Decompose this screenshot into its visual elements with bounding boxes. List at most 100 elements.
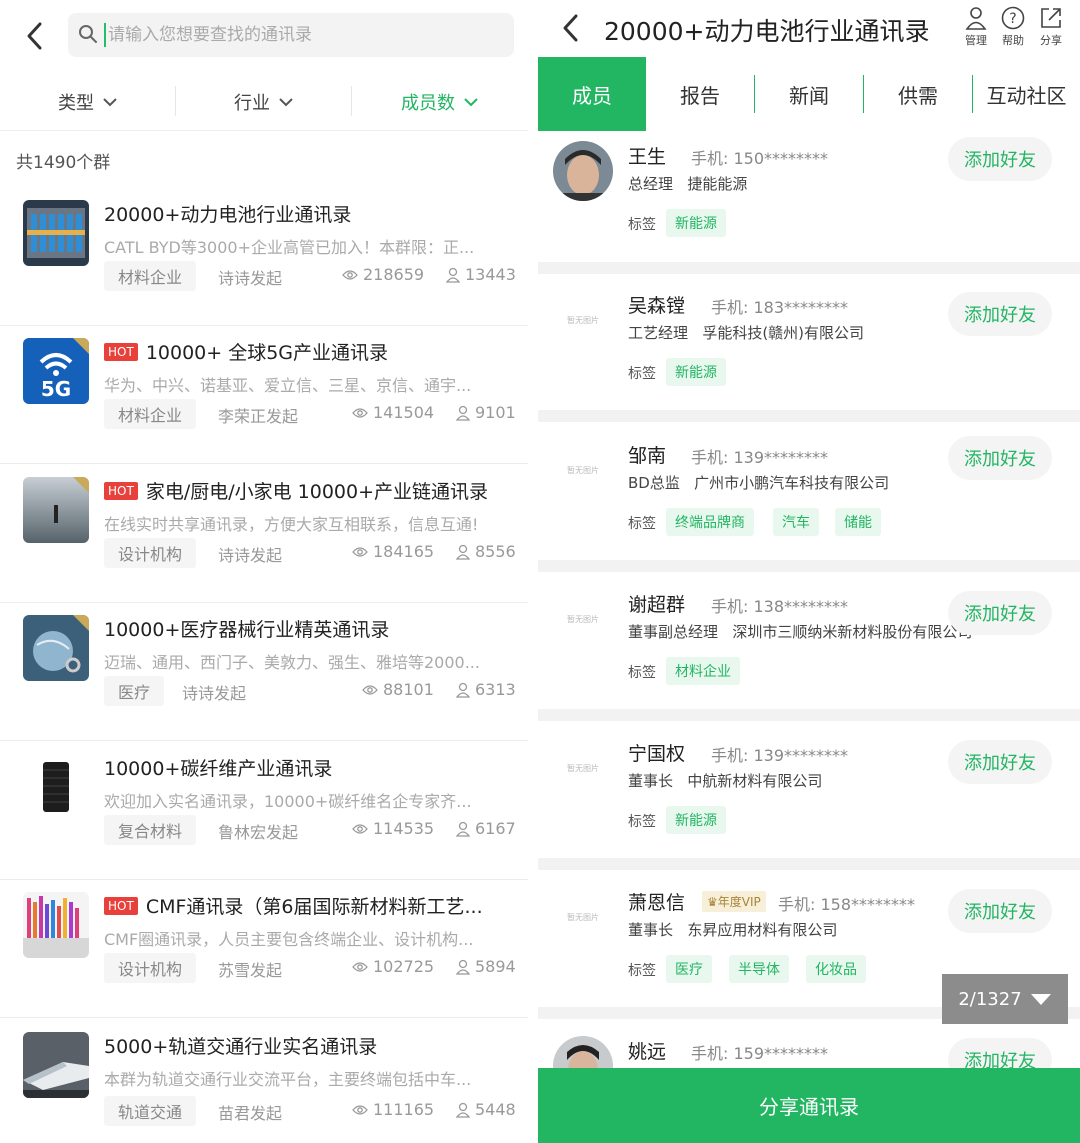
member-name: 王生 bbox=[628, 146, 667, 168]
filter-member-count[interactable]: 成员数 bbox=[352, 80, 528, 124]
group-description: 华为、中兴、诺基亚、爱立信、三星、京信、通宇... bbox=[104, 376, 472, 395]
member-phone: 手机: 139******** bbox=[691, 448, 829, 467]
person-icon bbox=[456, 405, 470, 421]
member-name: 邹南 bbox=[628, 445, 667, 467]
person-icon bbox=[456, 959, 470, 975]
member-tag: 汽车 bbox=[773, 508, 819, 536]
filter-label: 成员数 bbox=[401, 93, 455, 114]
screen: 类型 行业 成员数 共1490个群 20000+动力电池行业通讯录 CATL B… bbox=[0, 0, 1080, 1143]
member-tag: 终端品牌商 bbox=[666, 508, 754, 536]
eye-icon bbox=[342, 269, 358, 280]
add-friend-button[interactable]: 添加好友 bbox=[948, 436, 1052, 480]
hot-badge: HOT bbox=[104, 481, 138, 500]
share-action-button[interactable]: 分享 bbox=[1031, 6, 1071, 48]
list-item[interactable]: HOT 家电/厨电/小家电 10000+产业链通讯录 在线实时共享通讯录，方便大家… bbox=[0, 465, 528, 603]
add-friend-button[interactable]: 添加好友 bbox=[948, 591, 1052, 635]
back-arrow-icon[interactable] bbox=[556, 12, 586, 44]
group-creator: 诗诗发起 bbox=[182, 684, 247, 703]
member-title: 董事副总经理 深圳市三顺纳米新材料股份有限公司 bbox=[628, 623, 973, 641]
filter-industry[interactable]: 行业 bbox=[176, 80, 352, 124]
group-thumbnail bbox=[23, 200, 89, 266]
category-tag: 轨道交通 bbox=[104, 1096, 197, 1126]
tags-label: 标签 bbox=[628, 814, 656, 830]
help-icon: ? bbox=[1001, 6, 1025, 30]
filter-label: 行业 bbox=[234, 93, 270, 114]
crown-icon: ♛ bbox=[707, 895, 718, 909]
list-item[interactable]: 20000+动力电池行业通讯录 CATL BYD等3000+企业高管已加入！本群… bbox=[0, 188, 528, 326]
person-icon bbox=[456, 1102, 470, 1118]
filter-bar: 类型 行业 成员数 bbox=[0, 80, 528, 124]
group-creator: 鲁林宏发起 bbox=[218, 823, 299, 842]
hot-badge: HOT bbox=[104, 896, 138, 915]
chevron-down-icon bbox=[464, 98, 478, 107]
member-name: 姚远 bbox=[628, 1041, 667, 1063]
category-tag: 医疗 bbox=[104, 676, 165, 706]
add-friend-button[interactable]: 添加好友 bbox=[948, 137, 1052, 181]
search-input[interactable] bbox=[108, 13, 508, 57]
group-creator: 李荣正发起 bbox=[218, 407, 299, 426]
share-icon bbox=[1041, 8, 1061, 28]
page-indicator[interactable]: 2/1327 bbox=[942, 974, 1068, 1024]
share-directory-button[interactable]: 分享通讯录 bbox=[538, 1068, 1080, 1143]
add-friend-button[interactable]: 添加好友 bbox=[948, 740, 1052, 784]
category-tag: 材料企业 bbox=[104, 261, 197, 291]
member-phone: 手机: 159******** bbox=[691, 1044, 829, 1063]
manage-button[interactable]: 管理 bbox=[956, 6, 996, 48]
add-friend-button[interactable]: 添加好友 bbox=[948, 1038, 1052, 1068]
group-creator: 苏雪发起 bbox=[218, 961, 283, 980]
eye-icon bbox=[352, 407, 368, 418]
avatar bbox=[553, 141, 613, 201]
tags-label: 标签 bbox=[628, 366, 656, 382]
group-creator: 诗诗发起 bbox=[218, 546, 283, 565]
eye-icon bbox=[362, 684, 378, 695]
tags-label: 标签 bbox=[628, 963, 656, 979]
list-item[interactable]: 10000+碳纤维产业通讯录 欢迎加入实名通讯录，10000+碳纤维名企专家齐.… bbox=[0, 742, 528, 880]
member-phone: 手机: 183******** bbox=[711, 298, 849, 317]
member-name: 吴森镗 bbox=[628, 295, 686, 317]
help-button[interactable]: ? 帮助 bbox=[993, 6, 1033, 48]
group-thumbnail bbox=[23, 477, 89, 543]
view-count: 184165 bbox=[352, 542, 434, 561]
list-item[interactable]: 5G HOT 10000+ 全球5G产业通讯录 华为、中兴、诺基亚、爱立信、三星、… bbox=[0, 326, 528, 464]
search-box[interactable] bbox=[68, 13, 514, 57]
category-tag: 材料企业 bbox=[104, 399, 197, 429]
tab-members[interactable]: 成员 bbox=[538, 57, 646, 131]
section-divider bbox=[538, 709, 1080, 721]
group-thumbnail bbox=[23, 615, 89, 681]
filter-label: 类型 bbox=[58, 93, 94, 114]
member-title: 总经理 捷能能源 bbox=[628, 175, 748, 193]
directory-detail-panel: 20000+动力电池行业通讯录 管理 ? 帮助 分享 成员 报告 新闻 供需 互… bbox=[538, 0, 1080, 1143]
back-arrow-icon[interactable] bbox=[20, 18, 52, 54]
group-title: HOT 10000+ 全球5G产业通讯录 bbox=[104, 338, 514, 365]
member-card: 暂无图片 吴森镗 手机: 183******** 工艺经理 孚能科技(赣州)有限… bbox=[538, 280, 1080, 418]
tab-news[interactable]: 新闻 bbox=[755, 57, 863, 131]
tab-reports[interactable]: 报告 bbox=[646, 57, 754, 131]
category-tag: 设计机构 bbox=[104, 953, 197, 983]
avatar bbox=[553, 1036, 613, 1068]
list-item[interactable]: HOT CMF通讯录（第6届国际新材料新工艺... CMF圈通讯录，人员主要包含终… bbox=[0, 880, 528, 1018]
group-thumbnail bbox=[23, 1032, 89, 1098]
member-phone: 手机: 158******** bbox=[778, 895, 916, 914]
section-divider bbox=[538, 410, 1080, 422]
avatar-placeholder: 暂无图片 bbox=[567, 614, 599, 624]
list-item[interactable]: 10000+医疗器械行业精英通讯录 迈瑞、通用、西门子、美敦力、强生、雅培等20… bbox=[0, 603, 528, 741]
member-card: 暂无图片 谢超群 手机: 138******** 董事副总经理 深圳市三顺纳米新… bbox=[538, 579, 1080, 717]
avatar-placeholder: 暂无图片 bbox=[567, 912, 599, 922]
add-friend-button[interactable]: 添加好友 bbox=[948, 889, 1052, 933]
member-card: 姚远 手机: 159******** 添加好友 bbox=[538, 1026, 1080, 1068]
filter-type[interactable]: 类型 bbox=[0, 80, 176, 124]
group-thumbnail bbox=[23, 754, 89, 820]
tab-community[interactable]: 互动社区 bbox=[973, 57, 1080, 131]
tab-supply-demand[interactable]: 供需 bbox=[864, 57, 972, 131]
group-description: 欢迎加入实名通讯录，10000+碳纤维名企专家齐... bbox=[104, 792, 472, 811]
member-count: 13443 bbox=[446, 265, 516, 284]
hot-badge: HOT bbox=[104, 342, 138, 361]
group-title: 10000+医疗器械行业精英通讯录 bbox=[104, 619, 390, 641]
add-friend-button[interactable]: 添加好友 bbox=[948, 292, 1052, 336]
divider bbox=[0, 463, 528, 464]
member-phone: 手机: 150******** bbox=[691, 149, 829, 168]
list-item[interactable]: 5000+轨道交通行业实名通讯录 本群为轨道交通行业交流平台，主要终端包括中车.… bbox=[0, 1020, 528, 1143]
member-tag: 半导体 bbox=[729, 955, 789, 983]
person-icon bbox=[446, 267, 460, 283]
member-phone: 手机: 138******** bbox=[711, 597, 849, 616]
